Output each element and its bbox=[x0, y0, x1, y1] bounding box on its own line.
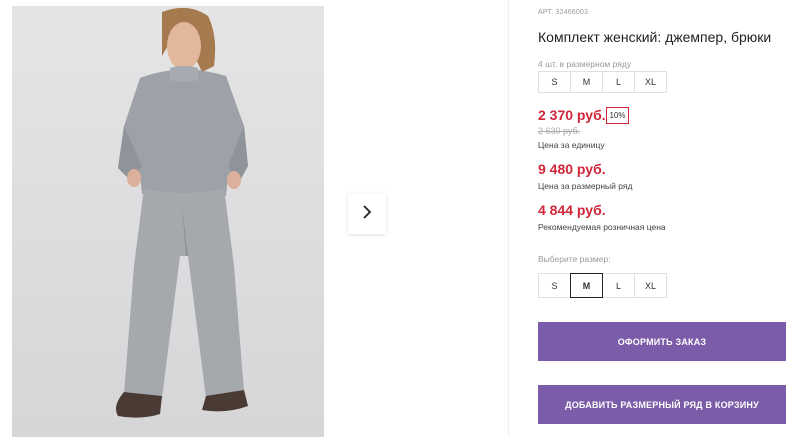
model-photo bbox=[116, 7, 248, 418]
size-row-label: 4 шт. в размерном ряду bbox=[538, 59, 632, 69]
discount-badge: 10% bbox=[606, 107, 629, 124]
chevron-right-icon bbox=[361, 204, 373, 225]
retail-price-label: Рекомендуемая розничная цена bbox=[538, 222, 666, 232]
size-picker: S M L XL bbox=[538, 273, 667, 298]
size-row-item: L bbox=[602, 71, 635, 93]
article-number: АРТ. 32466003 bbox=[538, 9, 589, 16]
product-title: Комплект женский: джемпер, брюки bbox=[538, 29, 772, 45]
product-image[interactable] bbox=[12, 6, 324, 437]
size-option-l[interactable]: L bbox=[602, 273, 635, 298]
retail-price: 4 844 руб. bbox=[538, 202, 606, 218]
size-option-m[interactable]: M bbox=[570, 273, 603, 298]
row-price-label: Цена за размерный ряд bbox=[538, 181, 633, 191]
size-row-list: S M L XL bbox=[538, 71, 667, 93]
size-option-xl[interactable]: XL bbox=[634, 273, 667, 298]
unit-price: 2 370 руб. bbox=[538, 107, 606, 123]
size-picker-label: Выберите размер: bbox=[538, 254, 611, 264]
add-size-row-to-cart-button[interactable]: ДОБАВИТЬ РАЗМЕРНЫЙ РЯД В КОРЗИНУ bbox=[538, 385, 786, 424]
next-image-button[interactable] bbox=[348, 194, 386, 234]
order-button[interactable]: ОФОРМИТЬ ЗАКАЗ bbox=[538, 322, 786, 361]
row-price: 9 480 руб. bbox=[538, 161, 606, 177]
unit-price-label: Цена за единицу bbox=[538, 140, 605, 150]
size-row-item: XL bbox=[634, 71, 667, 93]
panel-divider bbox=[508, 0, 509, 437]
size-row-item: M bbox=[570, 71, 603, 93]
old-price: 2 630 руб. bbox=[538, 126, 581, 136]
size-row-item: S bbox=[538, 71, 571, 93]
size-option-s[interactable]: S bbox=[538, 273, 571, 298]
